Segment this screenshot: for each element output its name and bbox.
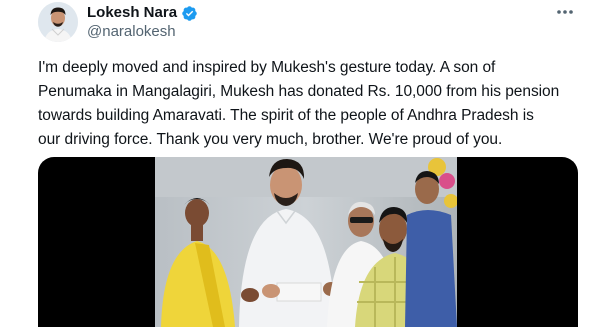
avatar-image	[38, 2, 78, 42]
tweet-media[interactable]	[38, 157, 578, 327]
author-handle[interactable]: @naralokesh	[87, 23, 176, 41]
verified-badge-icon	[182, 5, 197, 21]
more-options-icon	[557, 10, 573, 14]
photo-illustration	[155, 157, 457, 327]
author-display-name[interactable]: Lokesh Nara	[87, 4, 177, 22]
more-options-button[interactable]	[550, 2, 580, 22]
donation-photo	[155, 157, 457, 327]
avatar[interactable]	[38, 2, 78, 42]
tweet-text: I'm deeply moved and inspired by Mukesh'…	[38, 59, 560, 148]
